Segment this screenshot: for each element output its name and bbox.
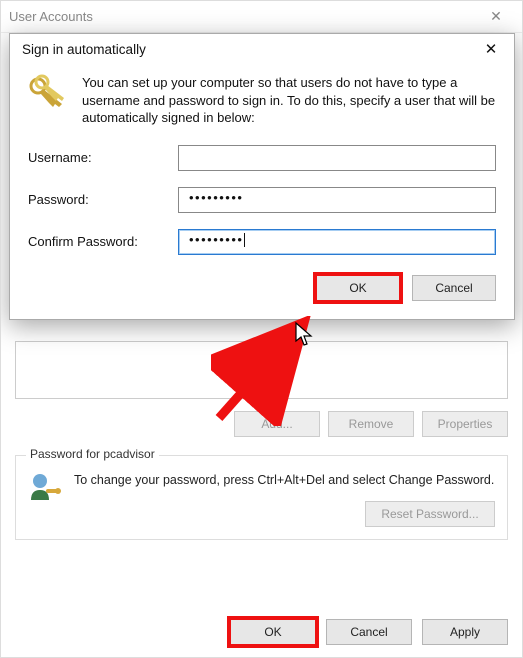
avatar-key-icon: [28, 472, 62, 502]
password-label: Password:: [28, 192, 178, 207]
add-button: Add...: [234, 411, 320, 437]
password-field[interactable]: •••••••••: [178, 187, 496, 213]
users-listbox[interactable]: [15, 341, 508, 399]
username-field[interactable]: [178, 145, 496, 171]
confirm-value: •••••••••: [189, 232, 243, 247]
cancel-button[interactable]: Cancel: [412, 275, 496, 301]
close-icon[interactable]: ✕: [476, 8, 516, 25]
properties-button: Properties: [422, 411, 508, 437]
close-icon[interactable]: ✕: [476, 40, 506, 58]
password-group-text: To change your password, press Ctrl+Alt+…: [74, 472, 495, 489]
parent-titlebar: User Accounts ✕: [1, 1, 522, 33]
remove-button: Remove: [328, 411, 414, 437]
keys-icon: [28, 74, 66, 112]
confirm-password-label: Confirm Password:: [28, 234, 178, 249]
dialog-intro-text: You can set up your computer so that use…: [82, 74, 496, 127]
ok-button[interactable]: OK: [316, 275, 400, 301]
username-label: Username:: [28, 150, 178, 165]
users-buttons-row: Add... Remove Properties: [15, 411, 508, 437]
password-value: •••••••••: [189, 190, 243, 205]
password-group: Password for pcadvisor To change your pa…: [15, 455, 508, 540]
apply-button[interactable]: Apply: [422, 619, 508, 645]
signin-auto-dialog: Sign in automatically ✕ You can set up y…: [9, 33, 515, 320]
dialog-title: Sign in automatically: [22, 42, 146, 57]
parent-bottom-buttons: OK Cancel Apply: [230, 619, 508, 645]
dialog-titlebar: Sign in automatically ✕: [10, 34, 514, 64]
text-caret: [244, 233, 245, 247]
cancel-button[interactable]: Cancel: [326, 619, 412, 645]
confirm-password-field[interactable]: •••••••••: [178, 229, 496, 255]
password-group-title: Password for pcadvisor: [26, 447, 159, 461]
reset-password-button: Reset Password...: [365, 501, 495, 527]
parent-title: User Accounts: [9, 9, 93, 24]
user-accounts-window: User Accounts ✕ Add... Remove Properties…: [0, 0, 523, 658]
ok-button[interactable]: OK: [230, 619, 316, 645]
